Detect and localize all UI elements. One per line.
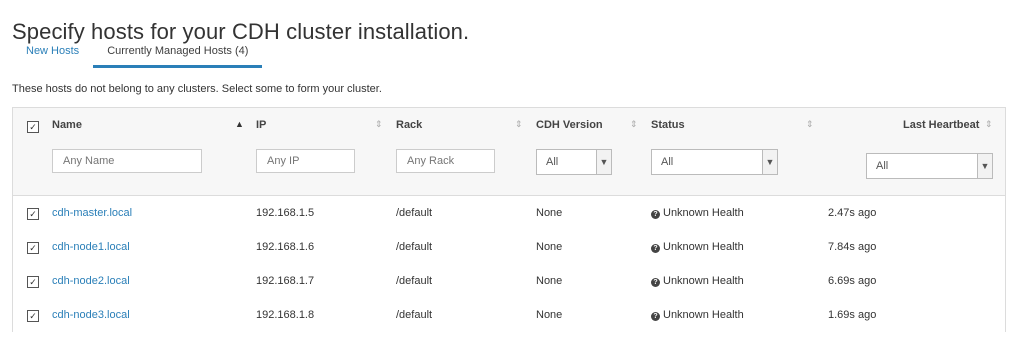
sort-icon[interactable]: ⇕ <box>515 119 523 130</box>
column-header-last-heartbeat[interactable]: Last Heartbeat <box>903 119 979 131</box>
host-last-heartbeat: 6.69s ago <box>828 275 877 287</box>
host-status-label: Unknown Health <box>663 207 744 219</box>
host-rack: /default <box>396 275 433 287</box>
table-header: ✓ Name ▲ IP ⇕ Rack ⇕ CDH Version ⇕ Statu… <box>13 108 1005 196</box>
host-ip: 192.168.1.6 <box>256 241 315 253</box>
question-circle-icon: ? <box>651 278 660 287</box>
host-status-label: Unknown Health <box>663 275 744 287</box>
host-rack: /default <box>396 207 433 219</box>
host-last-heartbeat: 1.69s ago <box>828 309 877 321</box>
host-ip: 192.168.1.8 <box>256 309 315 321</box>
tab-new-hosts[interactable]: New Hosts <box>12 36 93 68</box>
row-checkbox[interactable]: ✓ <box>27 208 39 220</box>
host-ip: 192.168.1.5 <box>256 207 315 219</box>
cdh-version-filter-value: All <box>546 156 559 168</box>
sort-icon[interactable]: ⇕ <box>375 119 383 130</box>
tab-currently-managed-hosts[interactable]: Currently Managed Hosts (4) <box>93 36 263 68</box>
host-cdh-version: None <box>536 241 563 253</box>
row-checkbox[interactable]: ✓ <box>27 310 39 322</box>
host-ip: 192.168.1.7 <box>256 275 315 287</box>
host-tabs: New Hosts Currently Managed Hosts (4) <box>12 36 263 68</box>
host-cdh-version: None <box>536 275 563 287</box>
host-status: ? Unknown Health <box>651 275 744 287</box>
column-header-cdh-version[interactable]: CDH Version <box>536 119 603 131</box>
host-last-heartbeat: 2.47s ago <box>828 207 877 219</box>
host-status: ? Unknown Health <box>651 241 744 253</box>
host-name-link[interactable]: cdh-node1.local <box>52 241 130 253</box>
chevron-down-icon: ▼ <box>977 154 992 178</box>
host-status-label: Unknown Health <box>663 309 744 321</box>
host-cdh-version: None <box>536 309 563 321</box>
sort-icon[interactable]: ▲ <box>235 119 244 129</box>
host-name-link[interactable]: cdh-node3.local <box>52 309 130 321</box>
host-name-link[interactable]: cdh-node2.local <box>52 275 130 287</box>
rack-filter-input[interactable] <box>396 149 495 173</box>
question-circle-icon: ? <box>651 312 660 321</box>
status-filter-select[interactable]: All ▼ <box>651 149 778 175</box>
column-header-rack[interactable]: Rack <box>396 119 422 131</box>
question-circle-icon: ? <box>651 244 660 253</box>
host-name-link[interactable]: cdh-master.local <box>52 207 132 219</box>
last-heartbeat-filter-value: All <box>876 160 889 172</box>
column-header-ip[interactable]: IP <box>256 119 266 131</box>
row-checkbox[interactable]: ✓ <box>27 276 39 288</box>
sort-icon[interactable]: ⇕ <box>806 119 814 130</box>
table-row[interactable]: ✓ cdh-node3.local 192.168.1.8 /default N… <box>13 298 1005 332</box>
question-circle-icon: ? <box>651 210 660 219</box>
host-rack: /default <box>396 309 433 321</box>
table-row[interactable]: ✓ cdh-node2.local 192.168.1.7 /default N… <box>13 264 1005 299</box>
row-checkbox[interactable]: ✓ <box>27 242 39 254</box>
sort-icon[interactable]: ⇕ <box>630 119 638 130</box>
hosts-description: These hosts do not belong to any cluster… <box>12 83 382 95</box>
chevron-down-icon: ▼ <box>762 150 777 174</box>
column-header-status[interactable]: Status <box>651 119 685 131</box>
table-row[interactable]: ✓ cdh-master.local 192.168.1.5 /default … <box>13 196 1005 231</box>
name-filter-input[interactable] <box>52 149 202 173</box>
host-cdh-version: None <box>536 207 563 219</box>
last-heartbeat-filter-select[interactable]: All ▼ <box>866 153 993 179</box>
host-rack: /default <box>396 241 433 253</box>
status-filter-value: All <box>661 156 674 168</box>
chevron-down-icon: ▼ <box>596 150 611 174</box>
column-header-name[interactable]: Name <box>52 119 82 131</box>
select-all-checkbox[interactable]: ✓ <box>27 121 39 133</box>
sort-icon[interactable]: ⇕ <box>985 119 993 130</box>
hosts-table: ✓ Name ▲ IP ⇕ Rack ⇕ CDH Version ⇕ Statu… <box>12 107 1006 332</box>
host-status: ? Unknown Health <box>651 309 744 321</box>
table-row[interactable]: ✓ cdh-node1.local 192.168.1.6 /default N… <box>13 230 1005 265</box>
host-last-heartbeat: 7.84s ago <box>828 241 877 253</box>
host-status: ? Unknown Health <box>651 207 744 219</box>
ip-filter-input[interactable] <box>256 149 355 173</box>
host-status-label: Unknown Health <box>663 241 744 253</box>
cdh-version-filter-select[interactable]: All ▼ <box>536 149 612 175</box>
